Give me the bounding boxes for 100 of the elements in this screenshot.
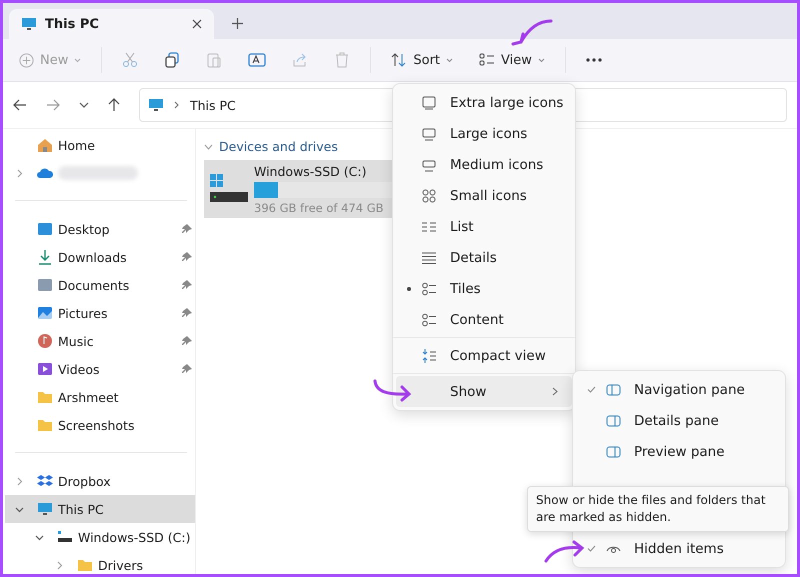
menu-item[interactable]: Medium icons [396, 149, 572, 180]
clipboard-icon[interactable] [206, 52, 222, 68]
monitor-icon [422, 96, 436, 110]
chevron-down-icon [204, 144, 213, 150]
free-space: 396 GB free of 474 GB [254, 200, 385, 214]
pin-icon [182, 280, 192, 290]
tiles-icon [422, 312, 436, 326]
plus-icon [19, 52, 34, 68]
caret-icon [446, 58, 454, 62]
menu-item[interactable]: Content [396, 304, 572, 335]
caret-icon [538, 58, 545, 62]
sidebar-item[interactable]: Pictures [5, 299, 195, 327]
chevron-right-icon[interactable] [15, 476, 24, 486]
sidebar-item[interactable]: Screenshots [5, 411, 195, 439]
chevron-right-icon[interactable] [55, 560, 64, 570]
sidebar-item[interactable]: Downloads [5, 243, 195, 271]
sidebar-label: Windows-SSD (C:) [78, 530, 192, 544]
menu-item[interactable]: Navigation pane [576, 374, 782, 405]
chevron-right-icon[interactable] [15, 168, 24, 178]
tiles-icon [422, 282, 436, 296]
forward-icon[interactable] [46, 99, 60, 111]
more-icon[interactable] [586, 58, 602, 62]
annotation-arrow [372, 378, 414, 404]
sidebar-item[interactable]: Music [5, 327, 195, 355]
folder-icon [37, 390, 53, 404]
pane-icon [606, 384, 621, 396]
cloud-icon [37, 167, 53, 179]
chevron-down-icon[interactable] [79, 102, 89, 108]
sidebar-item[interactable]: Desktop [5, 215, 195, 243]
add-tab-icon[interactable] [232, 18, 243, 29]
sidebar-label: Downloads [58, 250, 128, 264]
sidebar-item[interactable]: Documents [5, 271, 195, 299]
menu-item[interactable]: Show [396, 376, 572, 407]
chevron-right-icon [552, 387, 558, 396]
menu-item[interactable]: List [396, 211, 572, 242]
sidebar-item[interactable]: Videos [5, 355, 195, 383]
pin-icon [182, 252, 192, 262]
house-icon [37, 137, 53, 153]
sidebar-item[interactable]: Windows-SSD (C:) [5, 523, 195, 551]
back-icon[interactable] [13, 99, 27, 111]
sidebar-label: Screenshots [58, 418, 136, 432]
window-tab[interactable]: This PC [9, 9, 214, 39]
download-icon [37, 249, 53, 265]
monitor-icon [422, 126, 436, 140]
drive-icon [57, 530, 73, 544]
tooltip: Show or hide the files and folders that are marked as hidden. [527, 486, 789, 532]
music-icon [37, 333, 53, 349]
menu-item[interactable]: Extra large icons [396, 87, 572, 118]
menu-item[interactable]: Compact view [396, 340, 572, 371]
up-icon[interactable] [108, 98, 120, 112]
chevron-right-icon [174, 101, 180, 109]
monitor-icon [148, 98, 164, 112]
sidebar-item[interactable]: Drivers [5, 551, 195, 574]
pin-icon [182, 308, 192, 318]
pin-icon [182, 224, 192, 234]
pin-icon [182, 364, 192, 374]
pin-icon [182, 336, 192, 346]
sidebar-item[interactable]: Arshmeet [5, 383, 195, 411]
list-icon [422, 220, 436, 232]
sidebar-label: Videos [58, 362, 101, 376]
grid-icon [422, 188, 436, 202]
group-header[interactable]: Devices and drives [204, 139, 396, 154]
menu-item[interactable]: Details [396, 242, 572, 273]
desktop-icon [37, 221, 53, 237]
chevron-down-icon[interactable] [35, 532, 44, 542]
video-icon [37, 361, 53, 377]
sidebar-label: Desktop [58, 222, 111, 236]
sidebar-label: Dropbox [58, 474, 112, 488]
sidebar-item[interactable]: Dropbox [5, 467, 195, 495]
close-icon[interactable] [192, 19, 202, 29]
sidebar-label: Pictures [58, 306, 108, 320]
folder-icon [37, 418, 53, 432]
document-icon [37, 277, 53, 293]
monitor-icon [21, 17, 37, 31]
sidebar-label: Documents [58, 278, 130, 292]
sort-button[interactable]: Sort [385, 46, 460, 74]
chevron-down-icon[interactable] [15, 504, 24, 514]
sidebar-item[interactable]: This PC [5, 495, 195, 523]
pane-icon [606, 446, 621, 458]
menu-item[interactable]: Hidden items [576, 533, 782, 564]
sidebar-label: Music [58, 334, 95, 348]
tiles-icon [479, 53, 496, 67]
menu-item[interactable]: Preview pane [576, 436, 782, 467]
folder-icon [77, 558, 93, 572]
details-icon [422, 252, 436, 264]
menu-item[interactable]: Small icons [396, 180, 572, 211]
sidebar-label: This PC [58, 502, 105, 516]
sidebar-item[interactable]: Home [5, 131, 195, 159]
menu-item[interactable]: Tiles [396, 273, 572, 304]
picture-icon [37, 305, 53, 321]
drive-name: Windows-SSD (C:) [254, 164, 368, 178]
caret-icon [74, 58, 82, 62]
pane-icon [606, 414, 621, 426]
annotation-arrow [509, 18, 553, 48]
menu-item[interactable]: Details pane [576, 405, 782, 436]
copy-icon[interactable] [164, 52, 180, 68]
dropbox-icon [37, 474, 53, 488]
view-button[interactable]: View [473, 46, 551, 74]
rename-icon[interactable] [248, 52, 266, 68]
sort-icon [391, 52, 408, 68]
